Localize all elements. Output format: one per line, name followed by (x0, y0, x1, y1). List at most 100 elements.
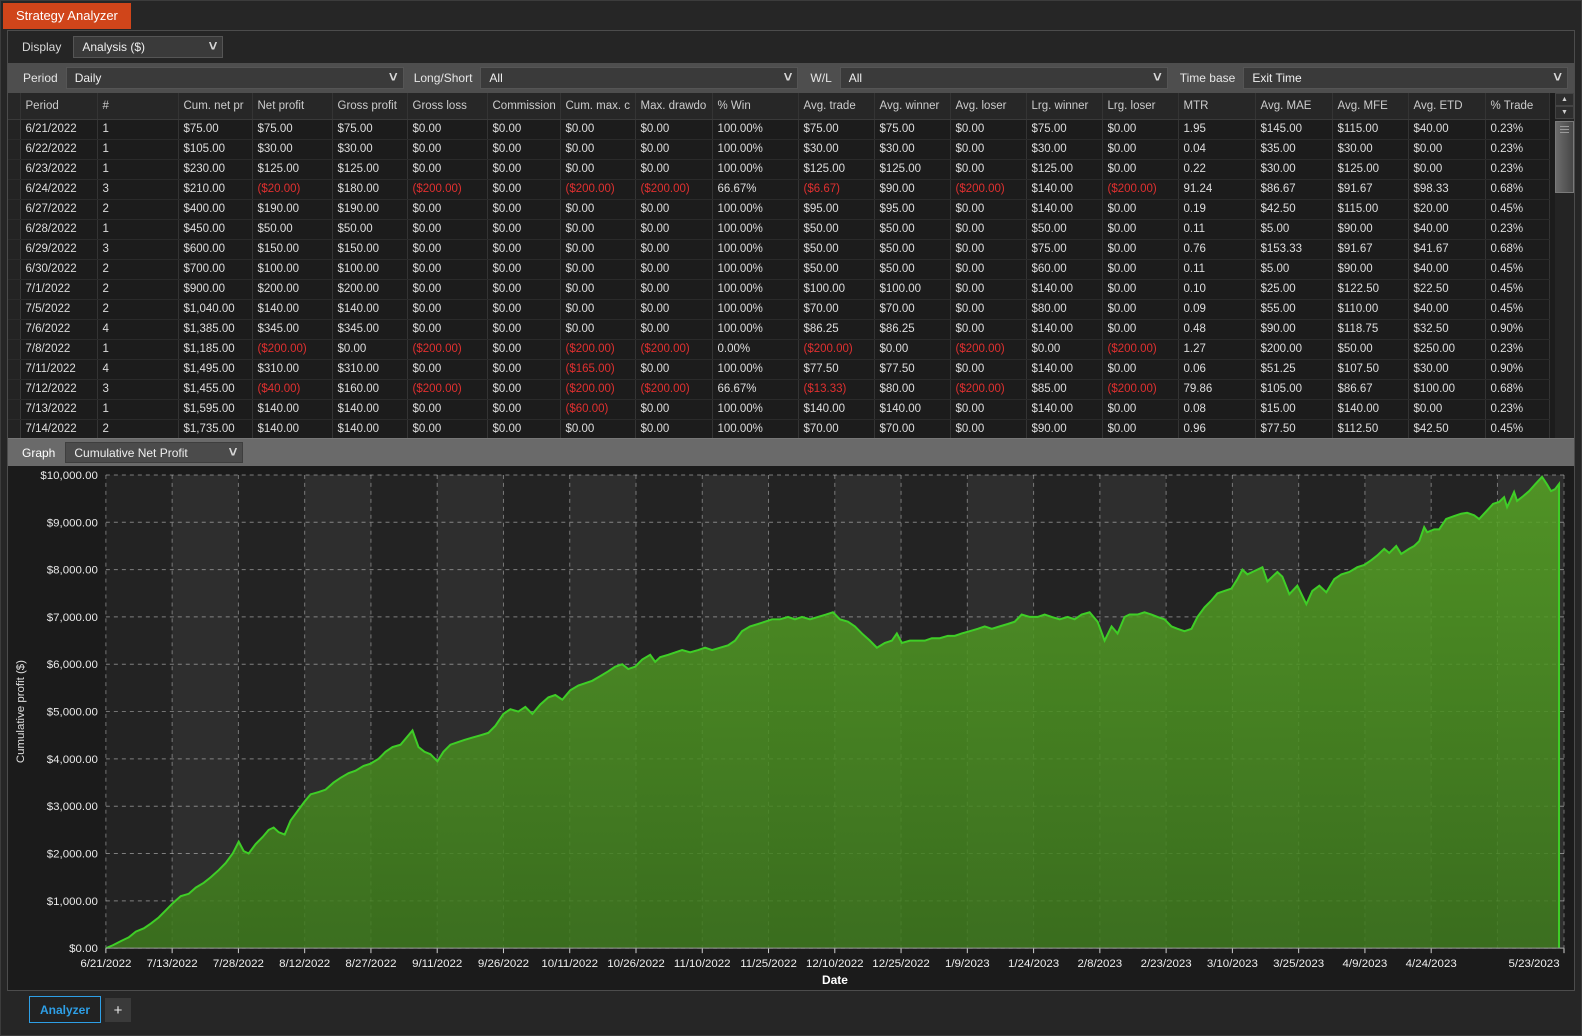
column-header[interactable]: Avg. MAE (1255, 93, 1333, 120)
table-cell: $0.00 (1102, 119, 1179, 140)
table-row[interactable]: 6/27/2022 2 $400.00 $190.00 $190.00 $0.00 $0.0… (8, 199, 1550, 220)
column-header[interactable]: % Win (712, 93, 799, 120)
performance-table-area: Period # Cum. net pr Net profit Gross profit… (8, 93, 1574, 438)
y-tick-label: $7,000.00 (47, 612, 98, 624)
table-cell: $0.00 (487, 419, 561, 438)
column-header[interactable]: Commission (487, 93, 561, 120)
period-label: Period (23, 71, 58, 85)
table-cell: $70.00 (798, 419, 875, 438)
table-row[interactable]: 7/11/2022 4 $1,495.00 $310.00 $310.00 $0.00 $0… (8, 359, 1550, 380)
column-header[interactable]: Gross loss (407, 93, 488, 120)
table-cell: ($200.00) (252, 339, 333, 360)
column-header[interactable]: Lrg. loser (1102, 93, 1179, 120)
table-cell: 0.68% (1485, 239, 1550, 260)
table-cell: $0.00 (407, 219, 488, 240)
column-header[interactable]: Net profit (252, 93, 333, 120)
table-row[interactable]: 6/24/2022 3 $210.00 ($20.00) $180.00 ($200.00… (8, 179, 1550, 200)
table-cell: $150.00 (332, 239, 408, 260)
row-gutter[interactable] (8, 139, 21, 160)
table-row[interactable]: 6/28/2022 1 $450.00 $50.00 $50.00 $0.00 $0.00 $… (8, 219, 1550, 240)
column-header[interactable]: Cum. net pr (178, 93, 253, 120)
tab-analyzer[interactable]: Analyzer (29, 996, 101, 1023)
row-gutter[interactable] (8, 339, 21, 360)
table-row[interactable]: 7/6/2022 4 $1,385.00 $345.00 $345.00 $0.00 $0.… (8, 319, 1550, 340)
row-gutter[interactable] (8, 179, 21, 200)
column-header[interactable]: % Trade (1485, 93, 1550, 120)
column-header[interactable]: MTR (1178, 93, 1256, 120)
table-cell: 1 (97, 139, 179, 160)
scrollbar-thumb[interactable] (1555, 121, 1574, 193)
time-base-dropdown[interactable]: Exit Time ˅ (1243, 67, 1568, 89)
table-cell: $1,495.00 (178, 359, 253, 380)
chevron-down-icon: ˅ (228, 444, 238, 461)
column-header[interactable]: Cum. max. c (560, 93, 636, 120)
table-row[interactable]: 6/30/2022 2 $700.00 $100.00 $100.00 $0.00 $0.0… (8, 259, 1550, 280)
table-row[interactable]: 7/12/2022 3 $1,455.00 ($40.00) $160.00 ($200.… (8, 379, 1550, 400)
table-row[interactable]: 6/22/2022 1 $105.00 $30.00 $30.00 $0.00 $0.00 $… (8, 139, 1550, 160)
column-header[interactable]: # (97, 93, 179, 120)
x-tick-label: 11/25/2022 (740, 958, 797, 970)
column-header[interactable]: Gross profit (332, 93, 408, 120)
table-cell: $105.00 (1255, 379, 1333, 400)
wl-dropdown[interactable]: All ˅ (839, 67, 1168, 89)
table-cell: $105.00 (178, 139, 253, 160)
row-gutter[interactable] (8, 119, 21, 140)
row-gutter[interactable] (8, 279, 21, 300)
long-short-dropdown[interactable]: All ˅ (480, 67, 799, 89)
table-scrollbar[interactable]: ▲ ▼ (1555, 93, 1574, 438)
column-header[interactable]: Lrg. winner (1026, 93, 1103, 120)
table-cell: $140.00 (252, 419, 333, 438)
add-tab-button[interactable]: + (105, 998, 131, 1022)
table-cell: $0.00 (407, 359, 488, 380)
table-row[interactable]: 6/21/2022 1 $75.00 $75.00 $75.00 $0.00 $0.00 $0… (8, 119, 1550, 140)
window-title-tab[interactable]: Strategy Analyzer (3, 3, 131, 29)
table-row[interactable]: 7/8/2022 1 $1,185.00 ($200.00) $0.00 ($200.00… (8, 339, 1550, 360)
row-gutter-header[interactable] (8, 93, 21, 120)
table-row[interactable]: 7/14/2022 2 $1,735.00 $140.00 $140.00 $0.00 $0… (8, 419, 1550, 438)
table-cell: $125.00 (332, 159, 408, 180)
scroll-up-icon[interactable]: ▲ (1555, 93, 1574, 106)
row-gutter[interactable] (8, 419, 21, 438)
table-cell: 66.67% (712, 179, 799, 200)
column-header[interactable]: Avg. MFE (1332, 93, 1409, 120)
table-cell: 0.23% (1485, 159, 1550, 180)
table-cell: 79.86 (1178, 379, 1256, 400)
table-cell: 0.90% (1485, 319, 1550, 340)
column-header[interactable]: Avg. loser (950, 93, 1027, 120)
row-gutter[interactable] (8, 379, 21, 400)
x-tick-label: 1/24/2023 (1008, 958, 1059, 970)
column-header[interactable]: Avg. ETD (1408, 93, 1486, 120)
column-header[interactable]: Avg. winner (874, 93, 951, 120)
row-gutter[interactable] (8, 259, 21, 280)
table-row[interactable]: 6/29/2022 3 $600.00 $150.00 $150.00 $0.00 $0.0… (8, 239, 1550, 260)
row-gutter[interactable] (8, 159, 21, 180)
table-cell: $86.67 (1332, 379, 1409, 400)
table-cell: 7/12/2022 (20, 379, 98, 400)
column-header[interactable]: Avg. trade (798, 93, 875, 120)
display-dropdown[interactable]: Analysis ($) ˅ (73, 36, 224, 58)
row-gutter[interactable] (8, 199, 21, 220)
period-dropdown[interactable]: Daily ˅ (65, 67, 404, 89)
table-row[interactable]: 7/5/2022 2 $1,040.00 $140.00 $140.00 $0.00 $0.… (8, 299, 1550, 320)
table-row[interactable]: 7/1/2022 2 $900.00 $200.00 $200.00 $0.00 $0.00… (8, 279, 1550, 300)
table-row[interactable]: 6/23/2022 1 $230.00 $125.00 $125.00 $0.00 $0.0… (8, 159, 1550, 180)
table-cell: $0.00 (560, 219, 636, 240)
column-header[interactable]: Max. drawdo (635, 93, 713, 120)
graph-dropdown[interactable]: Cumulative Net Profit ˅ (65, 442, 244, 463)
filter-bar: Period Daily ˅ Long/Short All ˅ W/L All … (8, 63, 1574, 93)
table-cell: 7/13/2022 (20, 399, 98, 420)
row-gutter[interactable] (8, 299, 21, 320)
scroll-down-icon[interactable]: ▼ (1555, 106, 1574, 119)
row-gutter[interactable] (8, 319, 21, 340)
table-cell: $0.00 (1102, 299, 1179, 320)
row-gutter[interactable] (8, 399, 21, 420)
row-gutter[interactable] (8, 219, 21, 240)
table-cell: $75.00 (1026, 239, 1103, 260)
row-gutter[interactable] (8, 239, 21, 260)
table-cell: $310.00 (252, 359, 333, 380)
cumulative-profit-chart[interactable]: $0.00 $1,000.00 $2,000.00 $3,000.00 $4,000.0… (8, 466, 1574, 990)
table-row[interactable]: 7/13/2022 1 $1,595.00 $140.00 $140.00 $0.00 $0… (8, 399, 1550, 420)
row-gutter[interactable] (8, 359, 21, 380)
column-header[interactable]: Period (20, 93, 98, 120)
table-cell: 1 (97, 339, 179, 360)
